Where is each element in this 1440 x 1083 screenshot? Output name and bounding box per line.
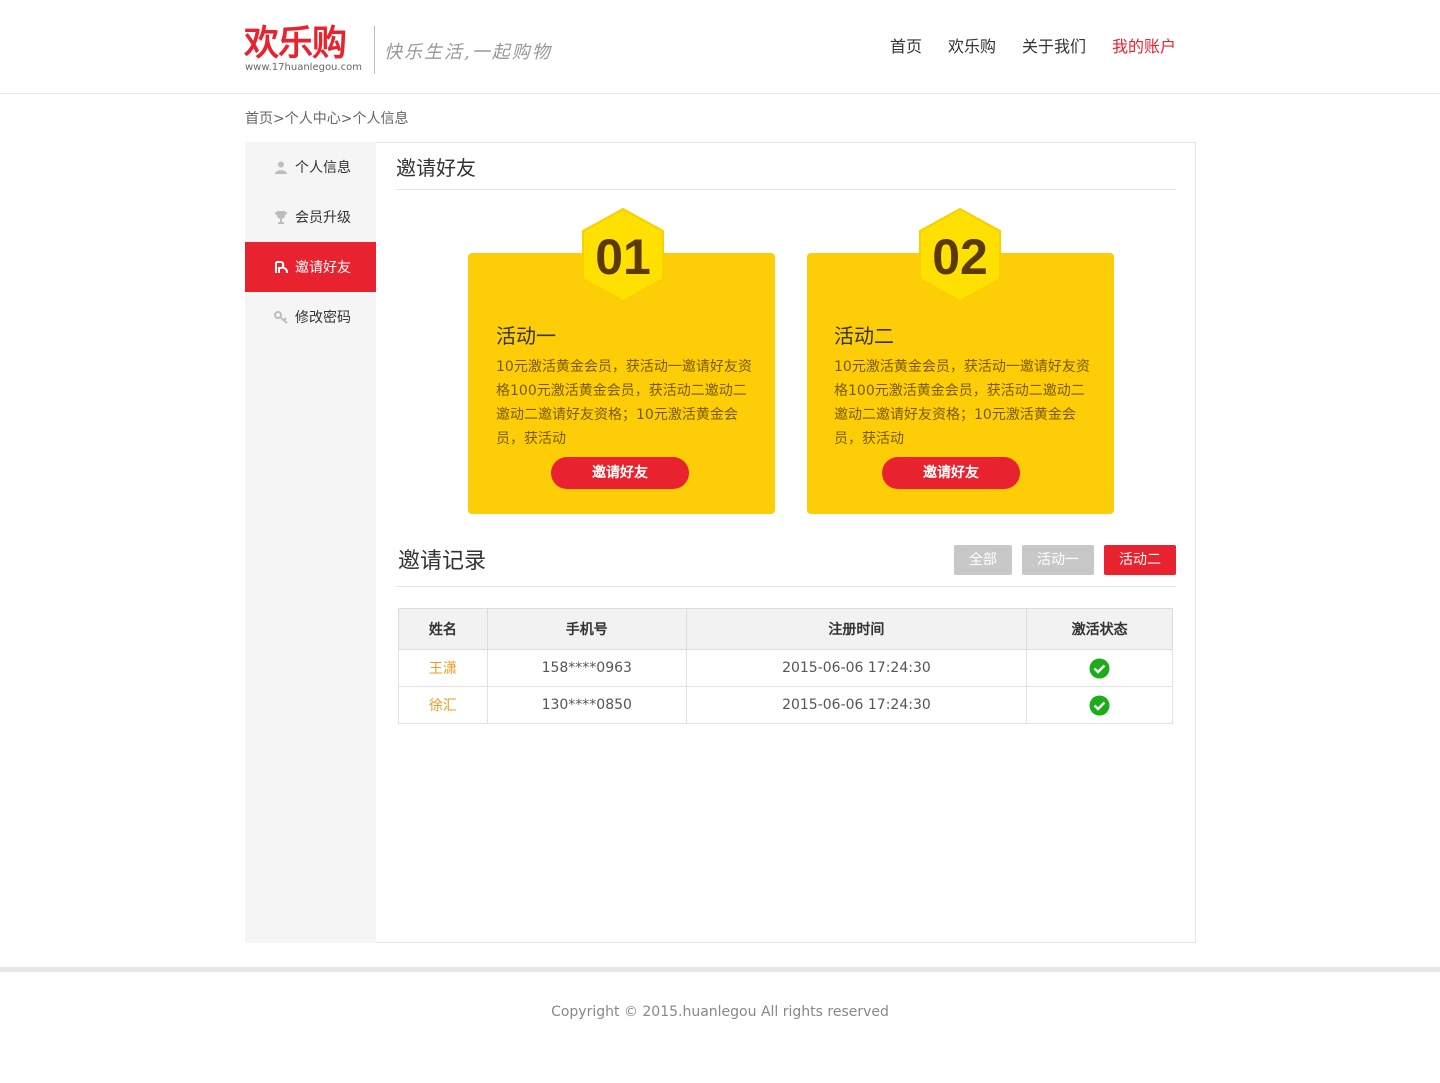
nav-home[interactable]: 首页	[890, 36, 922, 58]
sidebar-item-label: 修改密码	[295, 310, 351, 326]
cell-name: 徐汇	[398, 686, 488, 724]
main-nav: 首页 欢乐购 关于我们 我的账户	[890, 36, 1176, 58]
filter-activity-2-button[interactable]: 活动二	[1104, 545, 1176, 575]
column-header-phone: 手机号	[486, 608, 687, 650]
invite-title-divider	[396, 189, 1176, 190]
table-header-row: 姓名 手机号 注册时间 激活状态	[398, 608, 1173, 650]
footer-divider	[0, 967, 1440, 972]
activity-number-badge-1: 01	[582, 207, 664, 303]
slogan: 快乐生活,一起购物	[384, 42, 552, 63]
records-title-divider	[396, 586, 1176, 587]
column-header-time: 注册时间	[685, 608, 1028, 650]
activity-card-title: 活动二	[834, 324, 894, 348]
column-header-status: 激活状态	[1026, 608, 1173, 650]
column-header-name: 姓名	[398, 608, 488, 650]
site-header: 欢乐购 www.17huanlegou.com 快乐生活,一起购物 首页 欢乐购…	[0, 0, 1440, 94]
sidebar-item-profile[interactable]: 个人信息	[245, 142, 377, 192]
cell-status	[1026, 686, 1173, 724]
logo-text: 欢乐购	[244, 24, 347, 64]
copyright: Copyright © 2015.huanlegou All rights re…	[551, 1004, 889, 1020]
logo-divider	[374, 26, 375, 74]
records-table: 姓名 手机号 注册时间 激活状态 王潇 158****0963 2015-06-…	[398, 608, 1173, 724]
sidebar-item-label: 会员升级	[295, 210, 351, 226]
trophy-icon	[273, 209, 289, 225]
logo-url: www.17huanlegou.com	[245, 62, 362, 73]
cell-time: 2015-06-06 17:24:30	[685, 686, 1028, 724]
sidebar: 个人信息 会员升级 邀请好友 修改密码	[245, 142, 377, 943]
site-logo[interactable]: 欢乐购 www.17huanlegou.com	[244, 24, 374, 76]
activity-number: 01	[595, 229, 651, 285]
check-circle-icon	[1089, 658, 1110, 678]
activity-card-title: 活动一	[496, 324, 556, 348]
nav-my-account[interactable]: 我的账户	[1112, 36, 1176, 58]
sidebar-item-upgrade[interactable]: 会员升级	[245, 192, 377, 242]
filter-activity-1-button[interactable]: 活动一	[1022, 545, 1094, 575]
records-title: 邀请记录	[398, 549, 487, 574]
cell-phone: 130****0850	[486, 686, 687, 724]
invite-button-1[interactable]: 邀请好友	[551, 457, 689, 489]
invite-title: 邀请好友	[396, 156, 476, 180]
breadcrumb[interactable]: 首页>个人中心>个人信息	[245, 110, 408, 128]
sidebar-item-password[interactable]: 修改密码	[245, 292, 377, 342]
filter-all-button[interactable]: 全部	[954, 545, 1012, 575]
table-row: 徐汇 130****0850 2015-06-06 17:24:30	[398, 686, 1173, 724]
cell-time: 2015-06-06 17:24:30	[685, 649, 1028, 687]
sidebar-item-label: 邀请好友	[295, 260, 351, 276]
user-icon	[273, 159, 289, 175]
nav-about[interactable]: 关于我们	[1022, 36, 1086, 58]
check-circle-icon	[1089, 695, 1110, 715]
activity-number: 02	[932, 229, 988, 285]
sidebar-item-label: 个人信息	[295, 160, 351, 176]
sidebar-item-invite[interactable]: 邀请好友	[245, 242, 377, 292]
cell-name: 王潇	[398, 649, 488, 687]
cell-status	[1026, 649, 1173, 687]
nav-huanlegou[interactable]: 欢乐购	[948, 36, 996, 58]
cell-phone: 158****0963	[486, 649, 687, 687]
invite-icon	[273, 259, 289, 275]
activity-card-desc: 10元激活黄金会员，获活动一邀请好友资格100元激活黄金会员，获活动二邀动二邀动…	[496, 359, 752, 447]
main-panel: 邀请好友 活动一 10元激活黄金会员，获活动一邀请好友资格100元激活黄金会员，…	[376, 142, 1196, 943]
activity-number-badge-2: 02	[919, 207, 1001, 303]
table-row: 王潇 158****0963 2015-06-06 17:24:30	[398, 649, 1173, 687]
key-icon	[273, 309, 289, 325]
invite-button-2[interactable]: 邀请好友	[882, 457, 1020, 489]
activity-card-desc: 10元激活黄金会员，获活动一邀请好友资格100元激活黄金会员，获活动二邀动二邀动…	[834, 359, 1090, 447]
